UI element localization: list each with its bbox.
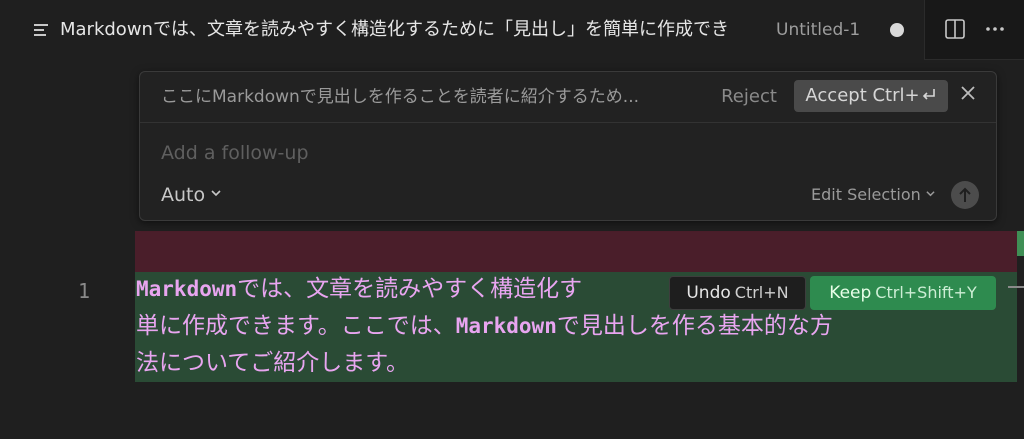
- accept-button[interactable]: Accept Ctrl+: [794, 80, 948, 112]
- code-line[interactable]: 法についてご紹介します。: [136, 346, 1006, 380]
- close-icon[interactable]: [959, 84, 977, 102]
- undo-shortcut: Ctrl+N: [734, 283, 789, 302]
- more-actions-icon[interactable]: [984, 18, 1006, 40]
- code-keyword: Markdown: [455, 314, 557, 338]
- scrollbar-change-marker[interactable]: [1017, 231, 1024, 256]
- code-text: 単に作成できます。ここでは、: [136, 313, 456, 339]
- code-keyword: Markdown: [136, 277, 238, 301]
- enter-key-icon: [922, 89, 935, 100]
- tab-title: Markdownでは、文章を読みやすく構造化するために「見出し」を簡単に作成でき: [60, 19, 729, 40]
- mode-label: Auto: [161, 184, 206, 206]
- accept-button-label: Accept Ctrl+: [805, 85, 920, 106]
- line-number: 1: [77, 279, 90, 303]
- chat-header: ここにMarkdownで見出しを作ることを読者に紹介するため... Reject…: [140, 72, 996, 123]
- tab-untitled-1[interactable]: Markdownでは、文章を読みやすく構造化するために「見出し」を簡単に作成でき…: [0, 0, 925, 60]
- code-text: では、文章を読みやすく構造化す: [237, 276, 583, 302]
- follow-up-input[interactable]: Add a follow-up: [161, 140, 721, 166]
- edit-selection-dropdown[interactable]: Edit Selection: [811, 183, 939, 207]
- code-line[interactable]: 単に作成できます。ここでは、Markdownで見出しを作る基本的な方: [136, 309, 1006, 343]
- undo-label: Undo: [686, 283, 731, 303]
- arrow-up-icon: [959, 187, 971, 202]
- unsaved-dot-icon[interactable]: [890, 23, 904, 37]
- keep-label: Keep: [829, 283, 872, 303]
- inline-chat-widget: ここにMarkdownで見出しを作ることを読者に紹介するため... Reject…: [139, 71, 997, 221]
- undo-button[interactable]: Undo Ctrl+N: [669, 276, 806, 310]
- diff-removed-region: [135, 231, 1017, 275]
- keep-shortcut: Ctrl+Shift+Y: [875, 283, 977, 302]
- send-button[interactable]: [951, 181, 979, 209]
- editor-window: Markdownでは、文章を読みやすく構造化するために「見出し」を簡単に作成でき…: [0, 0, 1024, 439]
- code-text: 法についてご紹介します。: [136, 350, 410, 376]
- code-text: で見出しを作る基本的な方: [556, 313, 833, 339]
- chevron-down-icon: [926, 191, 935, 197]
- split-editor-icon[interactable]: [944, 18, 966, 40]
- keep-button[interactable]: Keep Ctrl+Shift+Y: [810, 276, 996, 310]
- tab-bar: Markdownでは、文章を読みやすく構造化するために「見出し」を簡単に作成でき…: [0, 0, 1024, 60]
- reject-button[interactable]: Reject: [713, 82, 785, 112]
- tab-description: Untitled-1: [776, 20, 861, 40]
- chat-prompt[interactable]: ここにMarkdownで見出しを作ることを読者に紹介するため...: [161, 86, 706, 108]
- markdown-file-icon: [34, 24, 48, 36]
- edit-selection-label: Edit Selection: [811, 185, 921, 204]
- chevron-down-icon: [211, 190, 221, 197]
- editor-area[interactable]: 1 Markdownでは、文章を読みやすく構造化す 単に作成できます。ここでは、…: [0, 60, 1024, 439]
- mode-dropdown[interactable]: Auto: [161, 182, 241, 208]
- scrollbar-cursor-marker: [1008, 286, 1024, 288]
